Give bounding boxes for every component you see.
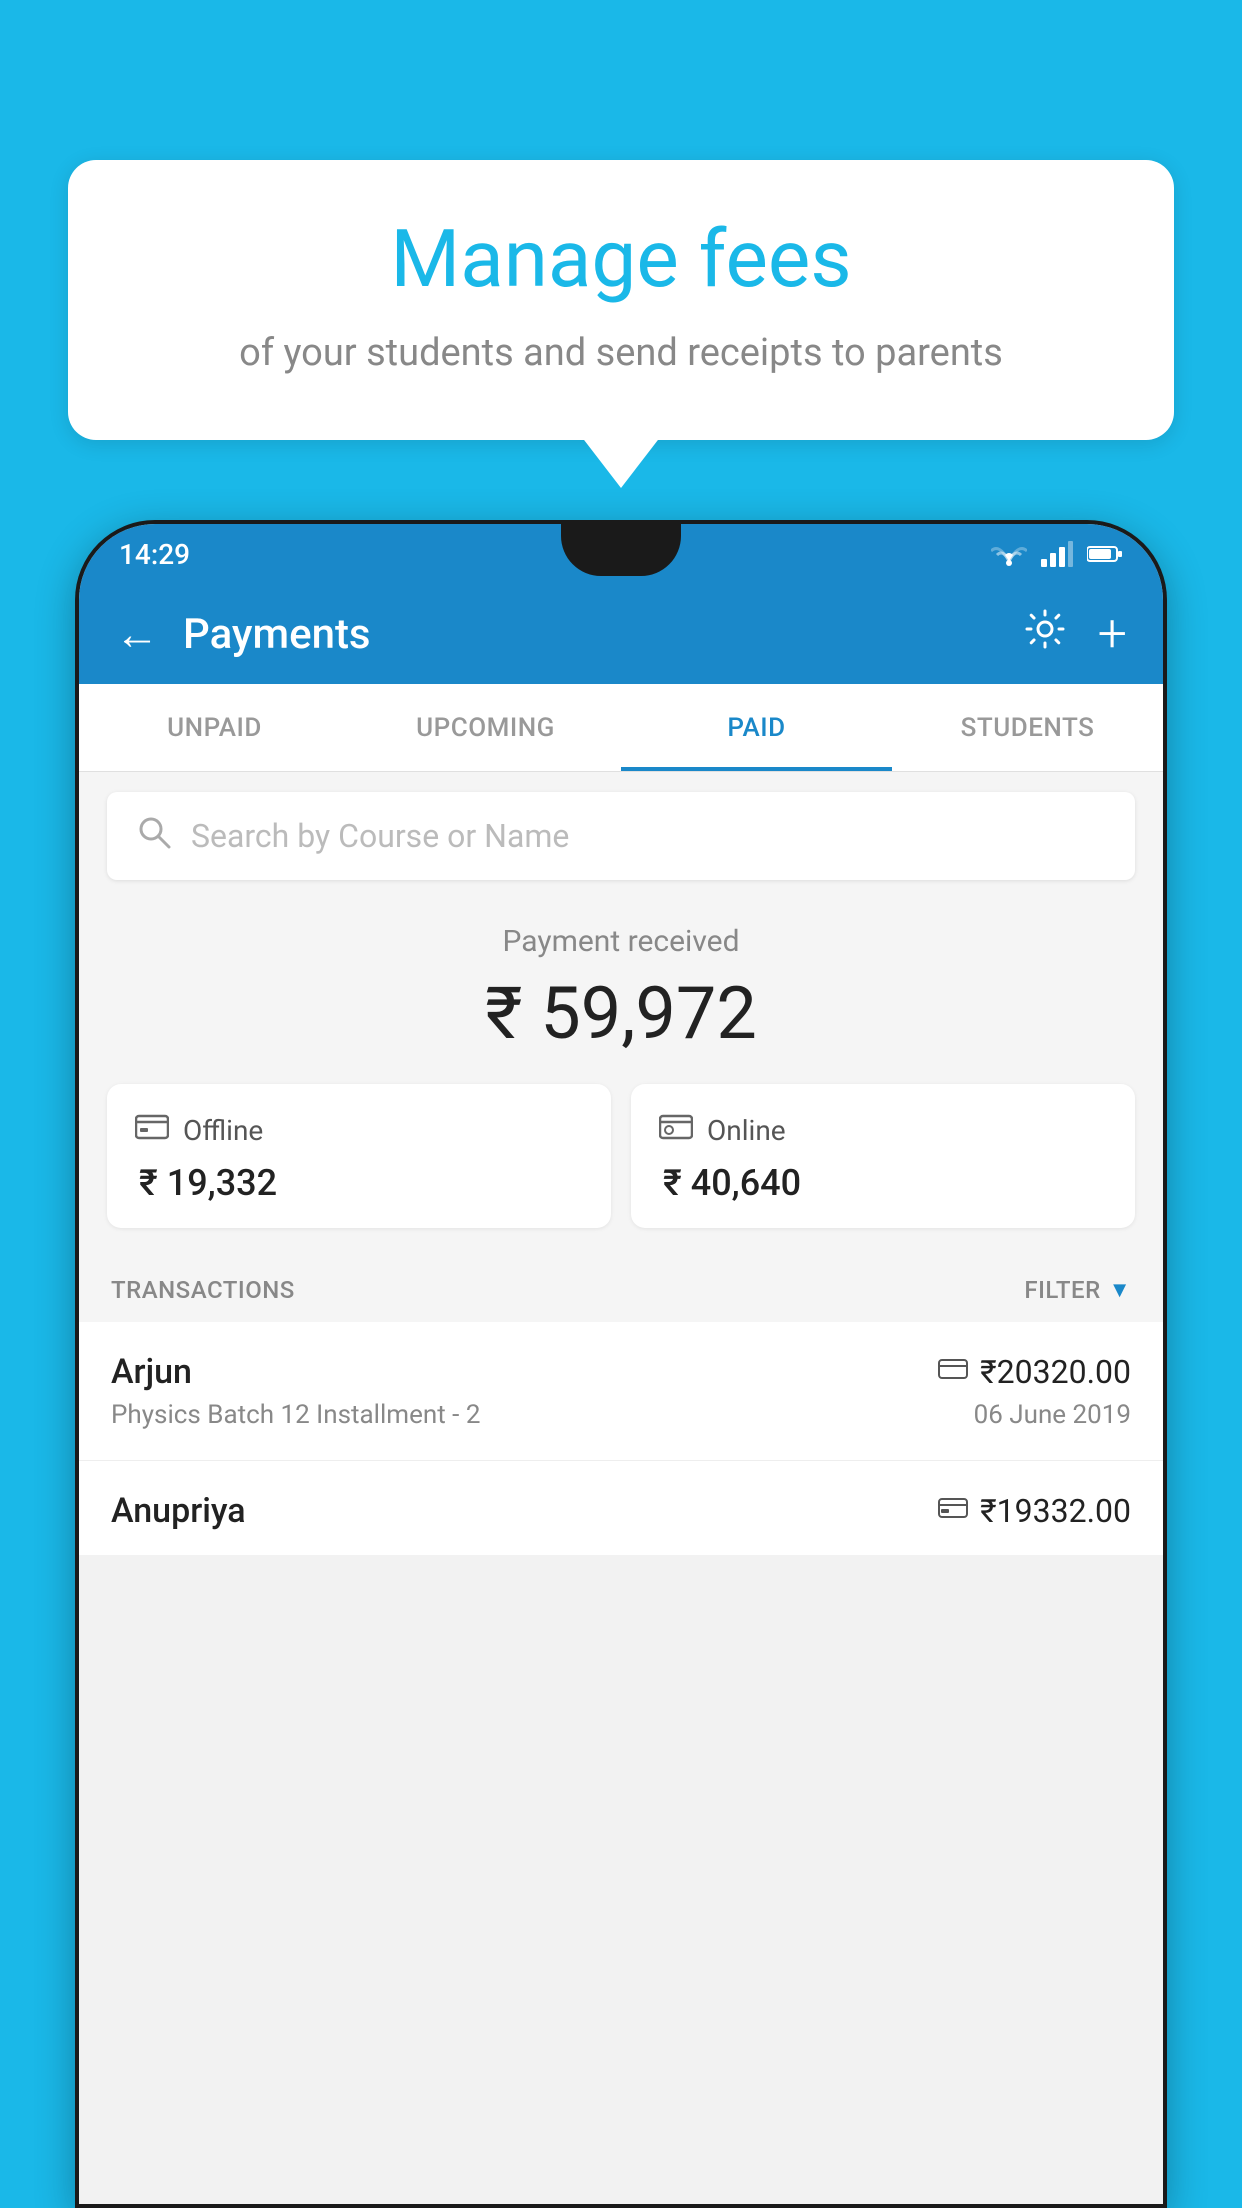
transaction-row-anupriya[interactable]: Anupriya ₹19332.00 bbox=[79, 1461, 1163, 1555]
phone-inner: 14:29 bbox=[79, 524, 1163, 2204]
search-bar[interactable]: Search by Course or Name bbox=[107, 792, 1135, 880]
online-card-header: Online bbox=[659, 1112, 1107, 1148]
battery-icon bbox=[1087, 544, 1123, 564]
transaction-date-arjun: 06 June 2019 bbox=[974, 1400, 1131, 1430]
online-icon-arjun bbox=[938, 1357, 968, 1387]
transaction-name-anupriya: Anupriya bbox=[111, 1491, 246, 1531]
amount-wrap-anupriya: ₹19332.00 bbox=[938, 1492, 1131, 1530]
wifi-icon bbox=[991, 541, 1027, 567]
online-label: Online bbox=[707, 1114, 786, 1147]
status-icons bbox=[991, 541, 1123, 567]
transaction-course-arjun: Physics Batch 12 Installment - 2 bbox=[111, 1400, 480, 1430]
header-left: ← Payments bbox=[115, 610, 371, 659]
transaction-amount-arjun: ₹20320.00 bbox=[980, 1353, 1131, 1391]
add-button[interactable]: + bbox=[1098, 608, 1127, 660]
header-title: Payments bbox=[183, 610, 371, 659]
bubble-title: Manage fees bbox=[128, 215, 1114, 303]
amount-wrap-arjun: ₹20320.00 bbox=[938, 1353, 1131, 1391]
filter-icon: ▼ bbox=[1109, 1277, 1131, 1303]
back-button[interactable]: ← bbox=[115, 612, 159, 656]
transaction-top: Arjun ₹20320.00 bbox=[111, 1352, 1131, 1392]
offline-card-header: Offline bbox=[135, 1112, 583, 1148]
transaction-row-arjun[interactable]: Arjun ₹20320.00 Physics Batch 12 Install… bbox=[79, 1322, 1163, 1461]
bubble-subtitle: of your students and send receipts to pa… bbox=[128, 327, 1114, 380]
transaction-top-anupriya: Anupriya ₹19332.00 bbox=[111, 1491, 1131, 1531]
transactions-header: TRANSACTIONS FILTER ▼ bbox=[79, 1256, 1163, 1322]
payment-cards: Offline ₹ 19,332 Online ₹ 40,640 bbox=[79, 1084, 1163, 1256]
offline-card: Offline ₹ 19,332 bbox=[107, 1084, 611, 1228]
payment-total-amount: ₹ 59,972 bbox=[79, 971, 1163, 1056]
offline-payment-icon bbox=[135, 1112, 169, 1148]
online-amount: ₹ 40,640 bbox=[659, 1162, 1107, 1204]
offline-amount: ₹ 19,332 bbox=[135, 1162, 583, 1204]
transactions-label: TRANSACTIONS bbox=[111, 1276, 295, 1304]
speech-bubble: Manage fees of your students and send re… bbox=[68, 160, 1174, 440]
transaction-bottom-arjun: Physics Batch 12 Installment - 2 06 June… bbox=[111, 1400, 1131, 1430]
status-time: 14:29 bbox=[119, 538, 190, 571]
online-card: Online ₹ 40,640 bbox=[631, 1084, 1135, 1228]
notch bbox=[561, 524, 681, 576]
tab-upcoming[interactable]: UPCOMING bbox=[350, 684, 621, 771]
search-icon bbox=[137, 815, 171, 858]
tabs: UNPAID UPCOMING PAID STUDENTS bbox=[79, 684, 1163, 772]
offline-label: Offline bbox=[183, 1114, 263, 1147]
status-bar: 14:29 bbox=[79, 524, 1163, 584]
transaction-amount-anupriya: ₹19332.00 bbox=[980, 1492, 1131, 1530]
search-container: Search by Course or Name bbox=[79, 772, 1163, 900]
tab-unpaid[interactable]: UNPAID bbox=[79, 684, 350, 771]
payment-summary: Payment received ₹ 59,972 bbox=[79, 900, 1163, 1084]
header-right: + bbox=[1024, 608, 1127, 661]
search-input[interactable]: Search by Course or Name bbox=[191, 817, 569, 855]
app-header: ← Payments + bbox=[79, 584, 1163, 684]
payment-received-label: Payment received bbox=[79, 924, 1163, 959]
signal-icon bbox=[1041, 541, 1073, 567]
tab-students[interactable]: STUDENTS bbox=[892, 684, 1163, 771]
phone-frame: 14:29 bbox=[75, 520, 1167, 2208]
tab-paid[interactable]: PAID bbox=[621, 684, 892, 771]
settings-icon[interactable] bbox=[1024, 608, 1066, 661]
transaction-name-arjun: Arjun bbox=[111, 1352, 192, 1392]
offline-icon-anupriya bbox=[938, 1496, 968, 1526]
online-payment-icon bbox=[659, 1112, 693, 1148]
filter-button[interactable]: FILTER ▼ bbox=[1024, 1276, 1131, 1304]
